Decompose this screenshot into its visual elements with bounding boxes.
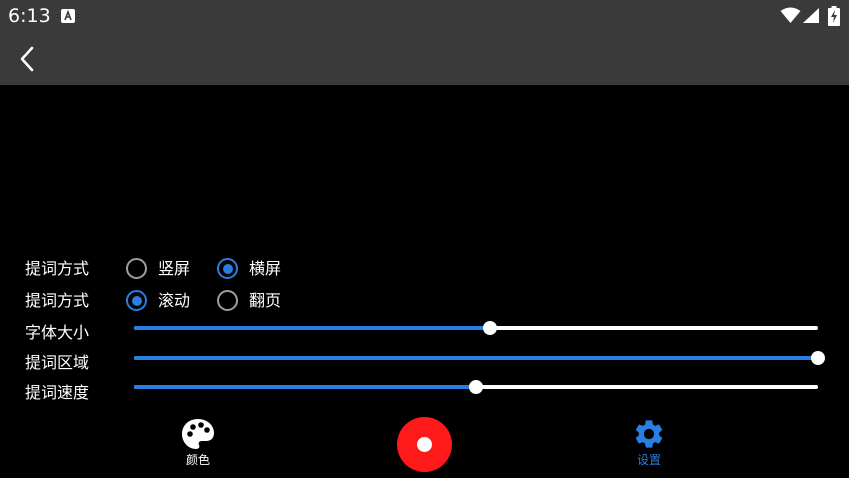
slider-thumb[interactable]	[811, 351, 825, 365]
nav-settings[interactable]: 设置	[632, 417, 666, 467]
signal-icon	[803, 8, 819, 23]
bottom-nav: 颜色 设置	[0, 410, 849, 478]
font-size-label: 字体大小	[25, 323, 90, 342]
back-button[interactable]	[10, 42, 44, 76]
radio-page-flip[interactable]	[217, 290, 238, 311]
speed-label: 提词速度	[25, 383, 90, 402]
radio-landscape[interactable]	[217, 258, 238, 279]
orientation-label: 提词方式	[25, 259, 90, 278]
slider-thumb[interactable]	[482, 321, 497, 335]
status-time: 6:13	[8, 5, 51, 27]
font-size-slider[interactable]	[134, 320, 818, 336]
radio-portrait[interactable]	[126, 258, 147, 279]
slider-thumb[interactable]	[469, 380, 483, 394]
area-slider[interactable]	[134, 350, 825, 366]
record-dot-icon	[417, 437, 432, 452]
notification-a-icon	[61, 9, 75, 23]
nav-color-label: 颜色	[185, 453, 210, 467]
radio-scroll-label: 滚动	[158, 291, 191, 310]
record-button[interactable]	[397, 417, 452, 472]
app-bar	[0, 32, 849, 85]
nav-color[interactable]: 颜色	[180, 417, 216, 467]
slider-fill	[134, 385, 476, 389]
speed-slider[interactable]	[134, 379, 818, 395]
battery-charging-icon	[828, 6, 840, 26]
radio-landscape-label: 横屏	[249, 259, 282, 278]
gear-icon	[635, 420, 663, 448]
radio-page-flip-label: 翻页	[249, 291, 282, 310]
area-label: 提词区域	[25, 353, 90, 372]
palette-icon	[182, 419, 214, 449]
radio-portrait-label: 竖屏	[158, 259, 191, 278]
radio-scroll[interactable]	[126, 290, 147, 311]
wifi-icon	[780, 7, 801, 23]
slider-fill	[134, 356, 818, 360]
status-bar: 6:13	[0, 0, 849, 32]
slider-fill	[134, 326, 490, 330]
nav-settings-label: 设置	[636, 453, 661, 467]
chevron-left-icon	[20, 46, 34, 72]
mode-label: 提词方式	[25, 291, 90, 310]
